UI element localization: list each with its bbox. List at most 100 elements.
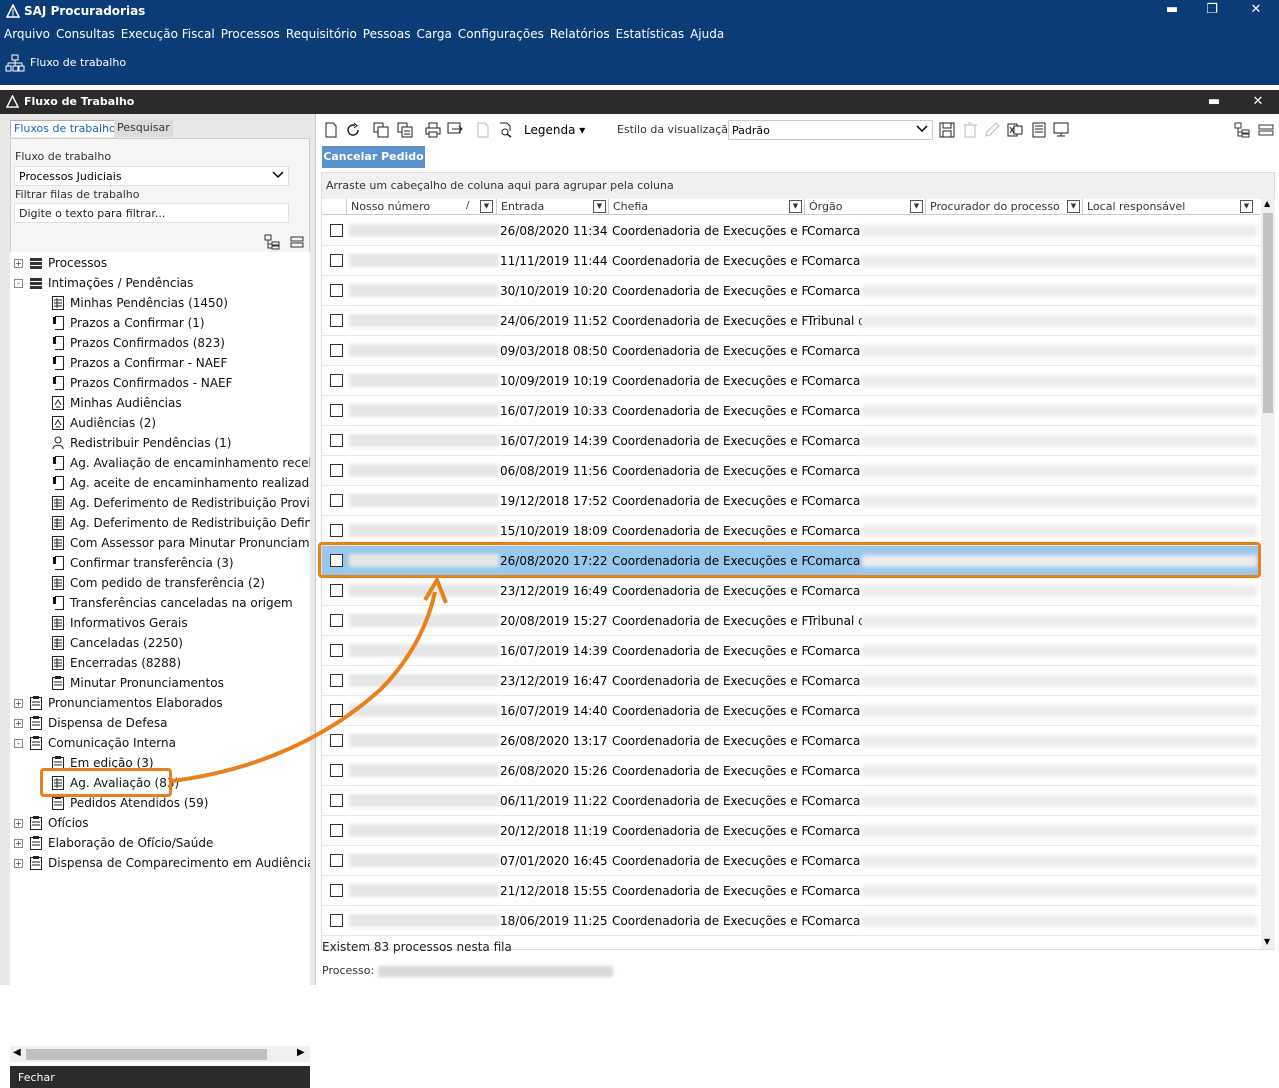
column-header[interactable]: Órgão bbox=[804, 199, 925, 215]
table-row[interactable]: 26/08/2020 11:34 Coordenadoria de Execuçõ… bbox=[322, 216, 1260, 246]
row-checkbox[interactable] bbox=[330, 374, 343, 387]
flow-select[interactable]: Processos Judiciais bbox=[14, 166, 289, 186]
table-row[interactable]: 09/03/2018 08:50 Coordenadoria de Execuçõ… bbox=[322, 336, 1260, 366]
row-checkbox[interactable] bbox=[330, 854, 343, 867]
excel-icon[interactable] bbox=[1007, 122, 1023, 138]
scroll-right-icon[interactable]: ▶ bbox=[297, 1047, 305, 1058]
column-header[interactable]: Local responsável bbox=[1082, 199, 1258, 215]
table-row[interactable]: 26/08/2020 13:17 Coordenadoria de Execuçõ… bbox=[322, 726, 1260, 756]
table-row[interactable]: 10/09/2019 10:19 Coordenadoria de Execuçõ… bbox=[322, 366, 1260, 396]
view-style-select[interactable]: Padrão bbox=[728, 120, 933, 140]
menu-item[interactable]: Ajuda bbox=[690, 27, 724, 41]
column-filter-icon[interactable]: ▼ bbox=[789, 200, 802, 213]
expand-icon[interactable]: + bbox=[14, 699, 23, 708]
screen-icon[interactable] bbox=[1053, 122, 1069, 138]
table-row[interactable]: 07/01/2020 16:45 Coordenadoria de Execuçõ… bbox=[322, 846, 1260, 876]
row-checkbox[interactable] bbox=[330, 704, 343, 717]
table-row[interactable]: 16/07/2019 10:33 Coordenadoria de Execuçõ… bbox=[322, 396, 1260, 426]
table-row[interactable]: 24/06/2019 11:52 Coordenadoria de Execuçõ… bbox=[322, 306, 1260, 336]
row-checkbox[interactable] bbox=[330, 914, 343, 927]
row-checkbox[interactable] bbox=[330, 284, 343, 297]
search-doc-icon[interactable] bbox=[497, 122, 513, 138]
cancel-request-button[interactable]: Cancelar Pedido bbox=[322, 146, 425, 168]
column-filter-icon[interactable]: ▼ bbox=[1067, 200, 1080, 213]
workflow-icon[interactable] bbox=[5, 53, 25, 73]
menu-item[interactable]: Estatísticas bbox=[616, 27, 684, 41]
group-tree-icon[interactable] bbox=[1234, 122, 1250, 138]
row-checkbox[interactable] bbox=[330, 314, 343, 327]
grid-vertical-scrollbar[interactable]: ▲ ▼ bbox=[1261, 199, 1275, 949]
table-row[interactable]: 16/07/2019 14:40 Coordenadoria de Execuçõ… bbox=[322, 696, 1260, 726]
row-checkbox[interactable] bbox=[330, 224, 343, 237]
menu-item[interactable]: Carga bbox=[416, 27, 451, 41]
menu-item[interactable]: Pessoas bbox=[363, 27, 411, 41]
table-row[interactable]: 20/12/2018 11:19 Coordenadoria de Execuçõ… bbox=[322, 816, 1260, 846]
tab-fluxos[interactable]: Fluxos de trabalho bbox=[10, 120, 120, 137]
row-checkbox[interactable] bbox=[330, 524, 343, 537]
scroll-up-icon[interactable]: ▲ bbox=[1264, 199, 1270, 208]
legend-dropdown[interactable]: Legenda ▾ bbox=[524, 123, 585, 137]
row-checkbox[interactable] bbox=[330, 404, 343, 417]
filter-input[interactable]: Digite o texto para filtrar... bbox=[14, 203, 289, 223]
scroll-down-icon[interactable]: ▼ bbox=[1264, 937, 1270, 946]
row-checkbox[interactable] bbox=[330, 884, 343, 897]
column-filter-icon[interactable]: ▼ bbox=[593, 200, 606, 213]
column-header[interactable]: Procurador do processo bbox=[925, 199, 1082, 215]
menu-item[interactable]: Consultas bbox=[56, 27, 115, 41]
expand-icon[interactable]: + bbox=[14, 859, 23, 868]
row-checkbox[interactable] bbox=[330, 824, 343, 837]
collapse-groups-icon[interactable] bbox=[1258, 122, 1274, 138]
subwindow-minimize-button[interactable]: ▬ bbox=[1204, 94, 1224, 109]
column-filter-icon[interactable]: ▼ bbox=[1240, 200, 1253, 213]
table-row[interactable]: 16/07/2019 14:39 Coordenadoria de Execuçõ… bbox=[322, 426, 1260, 456]
table-row[interactable]: 23/12/2019 16:47 Coordenadoria de Execuçõ… bbox=[322, 666, 1260, 696]
table-row[interactable]: 26/08/2020 15:26 Coordenadoria de Execuçõ… bbox=[322, 756, 1260, 786]
expand-icon[interactable]: + bbox=[14, 839, 23, 848]
row-checkbox[interactable] bbox=[330, 764, 343, 777]
menu-item[interactable]: Processos bbox=[221, 27, 280, 41]
row-checkbox[interactable] bbox=[330, 674, 343, 687]
table-row[interactable]: 11/11/2019 11:44 Coordenadoria de Execuçõ… bbox=[322, 246, 1260, 276]
table-row[interactable]: 20/08/2019 15:27 Coordenadoria de Execuçõ… bbox=[322, 606, 1260, 636]
tree-horizontal-scrollbar[interactable]: ◀ ▶ bbox=[10, 1046, 310, 1062]
restore-button[interactable]: ❐ bbox=[1202, 2, 1222, 17]
copy-list-icon[interactable] bbox=[397, 122, 413, 138]
table-row[interactable]: 23/12/2019 16:49 Coordenadoria de Execuçõ… bbox=[322, 576, 1260, 606]
menu-item[interactable]: Requisitório bbox=[286, 27, 357, 41]
table-row[interactable]: 06/11/2019 11:22 Coordenadoria de Execuçõ… bbox=[322, 786, 1260, 816]
row-checkbox[interactable] bbox=[330, 644, 343, 657]
expand-icon[interactable]: + bbox=[14, 819, 23, 828]
table-row[interactable]: 16/07/2019 14:39 Coordenadoria de Execuçõ… bbox=[322, 636, 1260, 666]
expand-icon[interactable]: + bbox=[14, 719, 23, 728]
row-checkbox[interactable] bbox=[330, 344, 343, 357]
table-row[interactable]: 30/10/2019 10:20 Coordenadoria de Execuçõ… bbox=[322, 276, 1260, 306]
menu-item[interactable]: Execução Fiscal bbox=[121, 27, 215, 41]
table-row[interactable]: 18/06/2019 11:25 Coordenadoria de Execuçõ… bbox=[322, 906, 1260, 936]
row-checkbox[interactable] bbox=[330, 614, 343, 627]
menu-item[interactable]: Configurações bbox=[458, 27, 544, 41]
row-checkbox[interactable] bbox=[330, 434, 343, 447]
close-button[interactable]: Fechar bbox=[10, 1066, 310, 1088]
scroll-thumb[interactable] bbox=[26, 1049, 267, 1060]
table-row[interactable]: 06/08/2019 11:56 Coordenadoria de Execuçõ… bbox=[322, 456, 1260, 486]
report-icon[interactable] bbox=[1031, 122, 1047, 138]
column-filter-icon[interactable]: ▼ bbox=[480, 200, 493, 213]
row-checkbox[interactable] bbox=[330, 254, 343, 267]
scroll-left-icon[interactable]: ◀ bbox=[13, 1047, 21, 1058]
refresh-icon[interactable] bbox=[345, 122, 361, 138]
column-header[interactable]: Entrada bbox=[496, 199, 608, 215]
collapse-tree-icon[interactable] bbox=[290, 235, 304, 249]
row-checkbox[interactable] bbox=[330, 494, 343, 507]
copy-icon[interactable] bbox=[373, 122, 389, 138]
row-checkbox[interactable] bbox=[330, 794, 343, 807]
row-checkbox[interactable] bbox=[330, 734, 343, 747]
menu-item[interactable]: Arquivo bbox=[4, 27, 50, 41]
row-checkbox[interactable] bbox=[330, 464, 343, 477]
table-row[interactable]: 21/12/2018 15:55 Coordenadoria de Execuçõ… bbox=[322, 876, 1260, 906]
save-icon[interactable] bbox=[939, 122, 955, 138]
subwindow-close-button[interactable]: ✕ bbox=[1248, 94, 1268, 109]
column-header[interactable]: Nosso número bbox=[346, 199, 496, 215]
tab-pesquisar[interactable]: Pesquisar bbox=[114, 120, 173, 137]
expand-icon[interactable]: + bbox=[14, 259, 23, 268]
table-row[interactable]: 19/12/2018 17:52 Coordenadoria de Execuçõ… bbox=[322, 486, 1260, 516]
